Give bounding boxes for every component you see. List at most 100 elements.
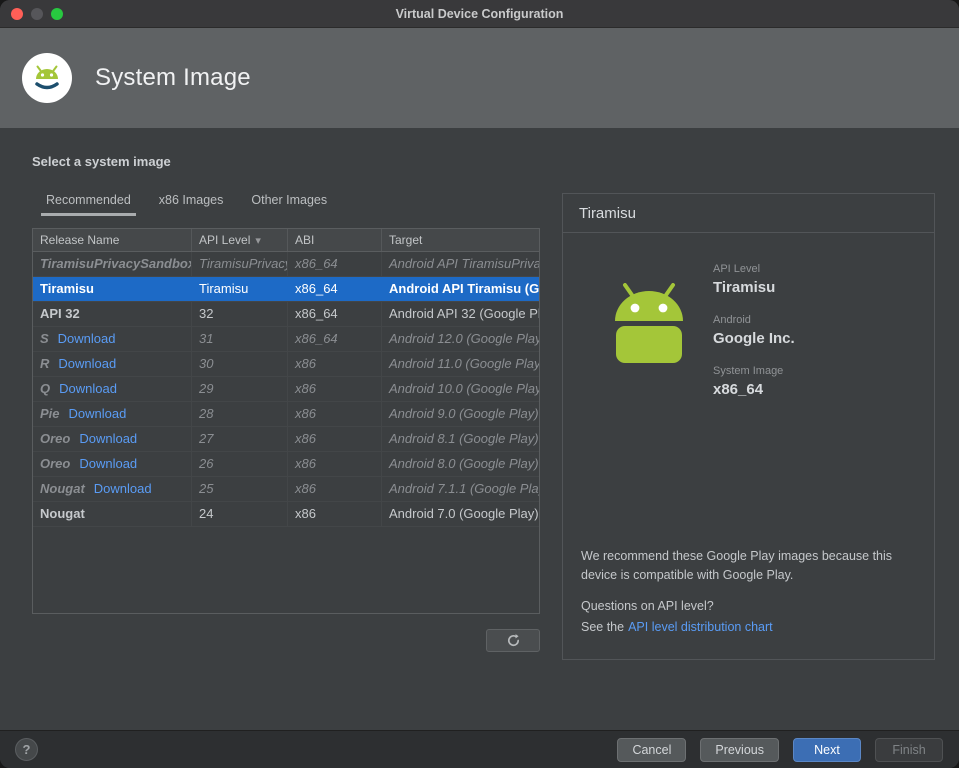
page-title: System Image xyxy=(95,64,251,91)
refresh-icon xyxy=(507,634,519,647)
api-cell: Tiramisu xyxy=(192,277,288,301)
abi-cell: x86 xyxy=(288,352,382,376)
api-cell: 32 xyxy=(192,302,288,326)
zoom-window-button[interactable] xyxy=(51,8,63,20)
download-link[interactable]: Download xyxy=(69,406,127,421)
table-row[interactable]: Nougat 24 x86 Android 7.0 (Google Play) xyxy=(33,502,539,527)
target-cell: Android 9.0 (Google Play) xyxy=(389,406,539,421)
download-link[interactable]: Download xyxy=(79,456,137,471)
android-robot-logo xyxy=(607,283,691,370)
target-cell: Android 8.1 (Google Play) xyxy=(389,431,539,446)
image-properties: API Level Tiramisu Android Google Inc. S… xyxy=(713,263,795,416)
abi-cell: x86 xyxy=(288,402,382,426)
table-row[interactable]: S Download 31 x86_64 Android 12.0 (Google Pl… xyxy=(33,327,539,352)
recommendation-text: We recommend these Google Play images be… xyxy=(581,549,893,582)
api-cell: TiramisuPrivacy xyxy=(192,252,288,276)
table-row[interactable]: R Download 30 x86 Android 11.0 (Google Play) xyxy=(33,352,539,377)
system-image-table: Release Name API Level ABI Target Tirami… xyxy=(32,228,540,614)
avd-android-icon xyxy=(22,53,72,103)
vendor-label: Android xyxy=(713,314,751,326)
table-body: TiramisuPrivacySandbox TiramisuPrivacy x86… xyxy=(33,252,539,527)
dialog-footer: ? Cancel Previous Next Finish xyxy=(0,730,959,768)
api-cell: 30 xyxy=(192,352,288,376)
table-row[interactable]: Pie Download 28 x86 Android 9.0 (Google Play… xyxy=(33,402,539,427)
window-title: Virtual Device Configuration xyxy=(395,6,564,21)
details-body: API Level Tiramisu Android Google Inc. S… xyxy=(563,233,934,659)
api-question-text: Questions on API level? xyxy=(581,599,714,613)
api-cell: 29 xyxy=(192,377,288,401)
column-header-api-level[interactable]: API Level xyxy=(192,229,288,251)
target-cell: Android 12.0 (Google Play) xyxy=(389,331,539,346)
abi-cell: x86_64 xyxy=(288,252,382,276)
minimize-window-button[interactable] xyxy=(31,8,43,20)
api-cell: 26 xyxy=(192,452,288,476)
target-cell: Android API 32 (Google Pla xyxy=(389,306,539,321)
release-name: Oreo xyxy=(40,431,71,446)
table-row[interactable]: Oreo Download 26 x86 Android 8.0 (Google Pla… xyxy=(33,452,539,477)
target-cell: Android 8.0 (Google Play) xyxy=(389,456,539,471)
tab-other-images[interactable]: Other Images xyxy=(237,186,341,217)
release-name: Oreo xyxy=(40,456,71,471)
release-name: S xyxy=(40,331,49,346)
api-level-distribution-chart-link[interactable]: API level distribution chart xyxy=(628,620,773,634)
target-cell: Android 11.0 (Google Play) xyxy=(389,356,539,371)
target-cell: Android 7.1.1 (Google Play) xyxy=(389,481,539,496)
virtual-device-configuration-dialog: Virtual Device Configuration System Imag… xyxy=(0,0,959,768)
previous-button[interactable]: Previous xyxy=(700,737,779,762)
column-header-abi[interactable]: ABI xyxy=(288,229,382,251)
release-name: Pie xyxy=(40,406,60,421)
target-cell: Android 7.0 (Google Play) xyxy=(389,506,539,521)
abi-cell: x86 xyxy=(288,502,382,526)
abi-cell: x86 xyxy=(288,427,382,451)
table-row[interactable]: Tiramisu Tiramisu x86_64 Android API Tirami… xyxy=(33,277,539,302)
release-name: Q xyxy=(40,381,51,396)
image-tabs: Recommended x86 Images Other Images xyxy=(32,186,341,217)
download-link[interactable]: Download xyxy=(94,481,152,496)
download-link[interactable]: Download xyxy=(58,331,116,346)
download-link[interactable]: Download xyxy=(59,381,117,396)
selected-image-title: Tiramisu xyxy=(563,194,934,233)
abi-cell: x86 xyxy=(288,452,382,476)
api-cell: 25 xyxy=(192,477,288,501)
abi-cell: x86 xyxy=(288,377,382,401)
refresh-button[interactable] xyxy=(486,629,540,652)
table-row[interactable]: Q Download 29 x86 Android 10.0 (Google Play) xyxy=(33,377,539,402)
tab-x86-images[interactable]: x86 Images xyxy=(145,186,238,217)
link-prefix-text: See the xyxy=(581,620,625,634)
target-cell: Android API Tiramisu (Goo xyxy=(389,281,539,296)
table-row[interactable]: TiramisuPrivacySandbox TiramisuPrivacy x86… xyxy=(33,252,539,277)
cancel-button[interactable]: Cancel xyxy=(617,737,687,762)
target-cell: Android API TiramisuPrivac xyxy=(389,256,539,271)
download-link[interactable]: Download xyxy=(79,431,137,446)
column-header-release-name[interactable]: Release Name xyxy=(33,229,192,251)
table-row[interactable]: Oreo Download 27 x86 Android 8.1 (Google Pla… xyxy=(33,427,539,452)
abi-cell: x86 xyxy=(288,477,382,501)
table-row[interactable]: API 32 32 x86_64 Android API 32 (Google Pla xyxy=(33,302,539,327)
close-window-button[interactable] xyxy=(11,8,23,20)
download-link[interactable]: Download xyxy=(58,356,116,371)
system-image-label: System Image xyxy=(713,365,784,377)
table-header: Release Name API Level ABI Target xyxy=(33,229,539,252)
api-level-label: API Level xyxy=(713,263,761,275)
tab-recommended[interactable]: Recommended xyxy=(32,186,145,217)
release-name: API 32 xyxy=(40,306,80,321)
abi-cell: x86_64 xyxy=(288,327,382,351)
table-row[interactable]: Nougat Download 25 x86 Android 7.1.1 (Google… xyxy=(33,477,539,502)
api-cell: 28 xyxy=(192,402,288,426)
release-name: Nougat xyxy=(40,481,85,496)
section-title: Select a system image xyxy=(32,154,171,169)
target-cell: Android 10.0 (Google Play) xyxy=(389,381,539,396)
wizard-header: System Image xyxy=(0,28,959,128)
release-name: R xyxy=(40,356,50,371)
release-name: Tiramisu xyxy=(40,281,94,296)
release-name: TiramisuPrivacySandbox xyxy=(40,256,192,271)
selected-image-details-panel: Tiramisu API Level Tiramisu Android Goog… xyxy=(562,193,935,660)
dialog-body: Select a system image Recommended x86 Im… xyxy=(0,128,959,730)
api-link-line: See the API level distribution chart xyxy=(581,620,773,634)
finish-button: Finish xyxy=(875,737,943,762)
footer-buttons: Cancel Previous Next Finish xyxy=(617,737,943,762)
next-button[interactable]: Next xyxy=(793,737,861,762)
help-button[interactable]: ? xyxy=(15,738,38,761)
column-header-target[interactable]: Target xyxy=(382,229,539,251)
title-bar: Virtual Device Configuration xyxy=(0,0,959,28)
